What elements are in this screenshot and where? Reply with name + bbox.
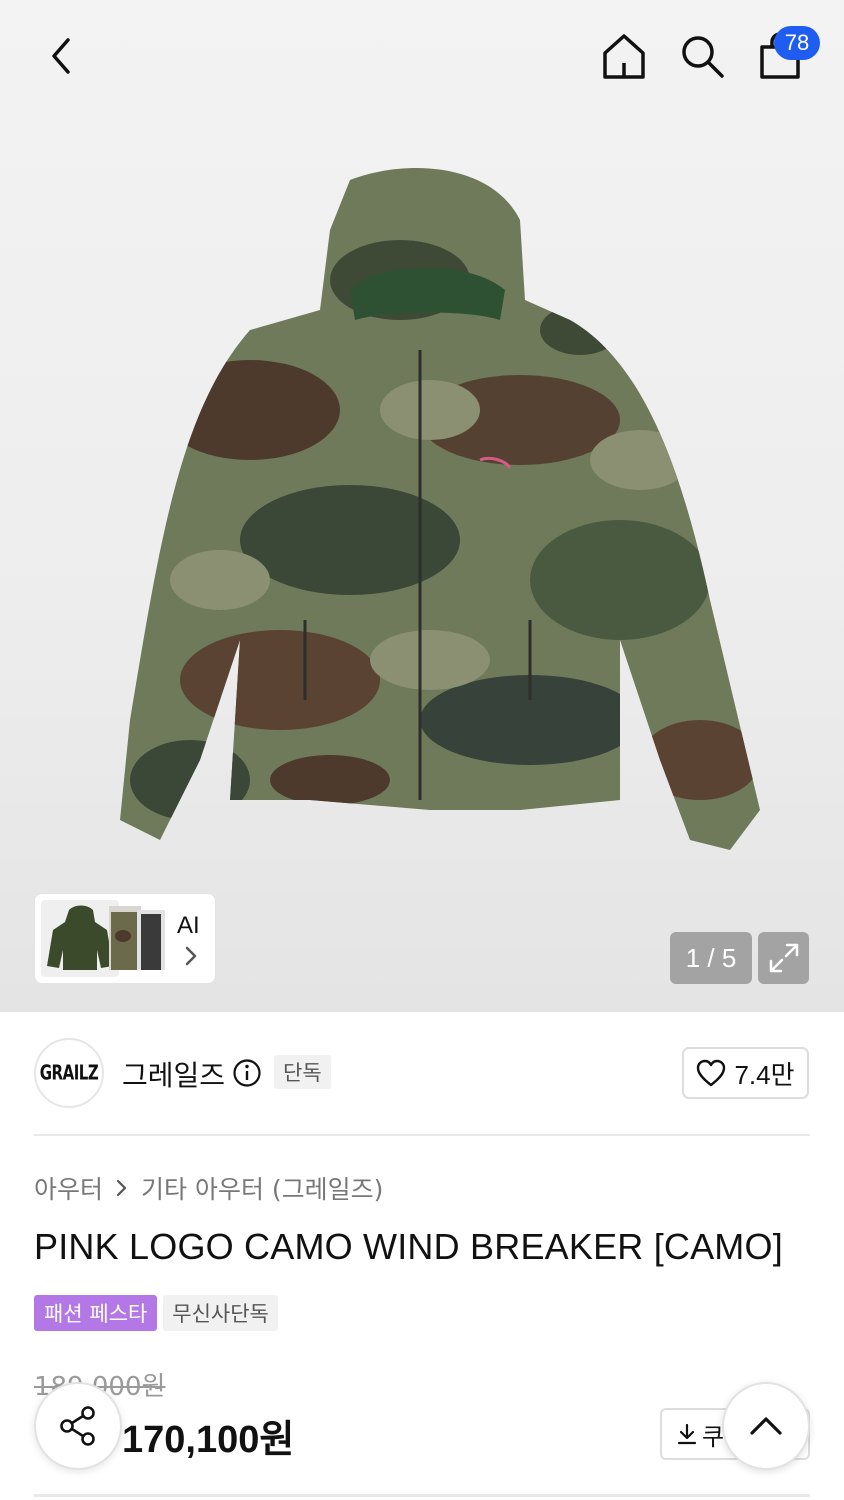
fashion-festa-tag: 패션 페스타 xyxy=(34,1295,158,1331)
back-button[interactable] xyxy=(30,24,94,88)
chevron-right-icon xyxy=(116,1179,127,1197)
product-tags: 패션 페스타 무신사단독 xyxy=(34,1295,278,1331)
exclusive-badge: 단독 xyxy=(274,1055,331,1089)
product-title: PINK LOGO CAMO WIND BREAKER [CAMO] xyxy=(34,1226,783,1267)
chevron-right-icon xyxy=(185,946,197,966)
home-button[interactable] xyxy=(594,26,654,86)
search-icon xyxy=(682,36,724,78)
brand-logo[interactable]: GRAILZ xyxy=(34,1038,104,1108)
image-pager: 1 / 5 xyxy=(670,932,752,984)
heart-icon xyxy=(697,1059,726,1087)
product-image-gallery[interactable]: 78 AI 1 / 5 xyxy=(0,0,844,1012)
brand-name-link[interactable]: 그레일즈 xyxy=(122,1054,225,1094)
chevron-left-icon xyxy=(52,38,70,74)
thumbnail-image xyxy=(41,900,119,977)
musinsa-exclusive-tag: 무신사단독 xyxy=(163,1295,278,1331)
divider xyxy=(34,1134,810,1136)
like-button[interactable]: 7.4만 xyxy=(682,1047,809,1099)
thumbnail-jacket-image xyxy=(47,905,113,970)
sale-price: 170,100원 xyxy=(122,1419,295,1461)
expand-icon xyxy=(769,943,798,973)
cart-count-badge: 78 xyxy=(774,26,820,60)
thumbnail-model-image xyxy=(141,914,161,970)
thumbnail-image xyxy=(137,910,165,970)
download-icon xyxy=(677,1423,697,1445)
info-icon[interactable] xyxy=(232,1058,262,1088)
share-icon xyxy=(60,1406,95,1446)
like-count: 7.4만 xyxy=(734,1059,795,1090)
breadcrumb-subcategory[interactable]: 기타 아우터 (그레일즈) xyxy=(141,1170,383,1206)
breadcrumb-category[interactable]: 아우터 xyxy=(34,1170,103,1206)
brand-logo-text: GRAILZ xyxy=(39,1060,99,1086)
chevron-up-icon xyxy=(750,1417,782,1435)
expand-image-button[interactable] xyxy=(758,932,809,984)
product-image-jacket xyxy=(120,168,760,851)
search-button[interactable] xyxy=(672,26,732,86)
ai-label: AI xyxy=(177,912,200,939)
ai-thumbnail-card[interactable]: AI xyxy=(34,893,216,984)
scroll-to-top-button[interactable] xyxy=(722,1382,810,1470)
home-icon xyxy=(603,34,645,79)
divider xyxy=(34,1494,810,1497)
share-button[interactable] xyxy=(34,1382,122,1470)
breadcrumb: 아우터 기타 아우터 (그레일즈) xyxy=(34,1170,383,1206)
top-navigation-bar: 78 xyxy=(0,0,844,112)
coupon-label: 쿠 xyxy=(702,1422,725,1451)
